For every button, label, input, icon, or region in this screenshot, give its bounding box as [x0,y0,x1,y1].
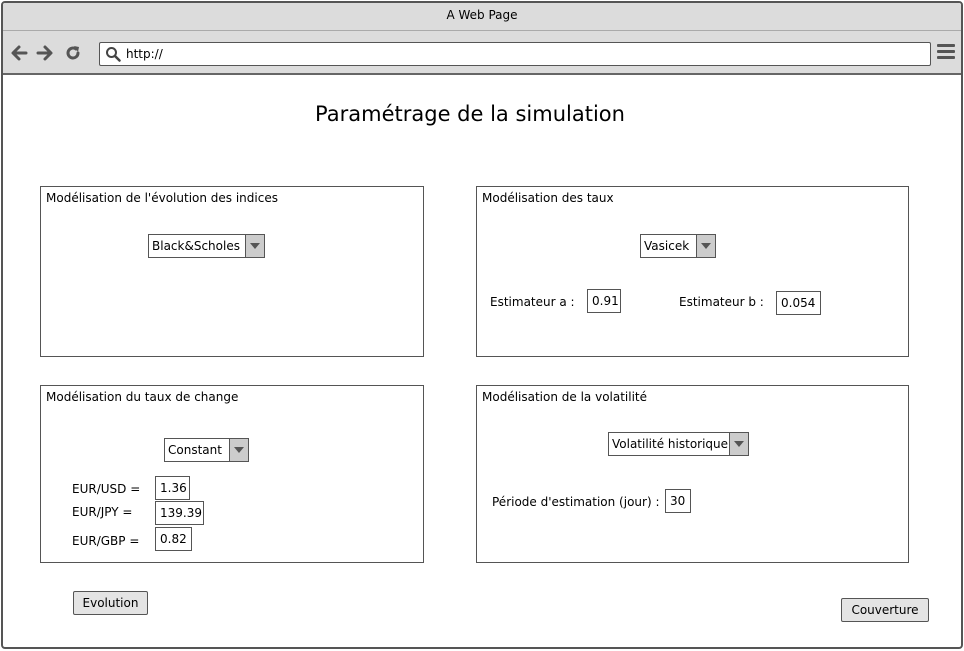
chevron-down-icon[interactable] [245,235,264,257]
rate-input-gbp[interactable]: 0.82 [155,527,192,551]
estimateur-a-label: Estimateur a : [490,295,575,309]
panel-taux: Modélisation des taux Vasicek Estimateur… [476,186,909,357]
browser-toolbar: http:// [3,31,961,75]
change-model-select[interactable]: Constant [164,438,249,462]
rate-label-gbp: EUR/GBP = [72,534,140,548]
forward-arrow-icon[interactable] [35,43,55,63]
chevron-down-icon[interactable] [729,433,748,455]
search-icon [106,47,121,62]
url-text: http:// [126,47,163,61]
window-title: A Web Page [3,3,961,31]
periode-input[interactable]: 30 [665,489,691,513]
rate-label-usd: EUR/USD = [72,482,141,496]
url-bar[interactable]: http:// [99,42,931,66]
rate-input-jpy[interactable]: 139.39 [155,501,204,525]
taux-model-value: Vasicek [644,239,690,253]
panel-volatilite: Modélisation de la volatilité Volatilité… [476,385,909,563]
volatilite-model-select[interactable]: Volatilité historique [608,432,749,456]
back-arrow-icon[interactable] [9,43,29,63]
panel-volatilite-title: Modélisation de la volatilité [482,390,648,404]
panel-indices: Modélisation de l'évolution des indices … [40,186,424,357]
evolution-button[interactable]: Evolution [73,591,148,615]
panel-taux-title: Modélisation des taux [482,191,614,205]
taux-model-select[interactable]: Vasicek [640,234,716,258]
indices-model-value: Black&Scholes [152,239,240,253]
hamburger-menu-icon[interactable] [937,44,955,60]
change-model-value: Constant [168,443,222,457]
volatilite-model-value: Volatilité historique [612,437,729,451]
panel-change: Modélisation du taux de change Constant … [40,385,424,563]
couverture-button[interactable]: Couverture [841,598,929,622]
page-title: Paramétrage de la simulation [315,102,625,126]
browser-window: A Web Page http:// Paramétrage de la sim… [1,1,963,649]
indices-model-select[interactable]: Black&Scholes [148,234,265,258]
chevron-down-icon[interactable] [696,235,715,257]
periode-label: Période d'estimation (jour) : [492,495,660,509]
estimateur-b-label: Estimateur b : [679,295,764,309]
panel-indices-title: Modélisation de l'évolution des indices [46,191,278,205]
chevron-down-icon[interactable] [229,439,248,461]
rate-label-jpy: EUR/JPY = [72,505,133,519]
reload-icon[interactable] [63,43,83,63]
estimateur-a-input[interactable]: 0.91 [587,289,621,313]
estimateur-b-input[interactable]: 0.054 [776,291,821,315]
panel-change-title: Modélisation du taux de change [46,390,239,404]
rate-input-usd[interactable]: 1.36 [155,476,190,500]
